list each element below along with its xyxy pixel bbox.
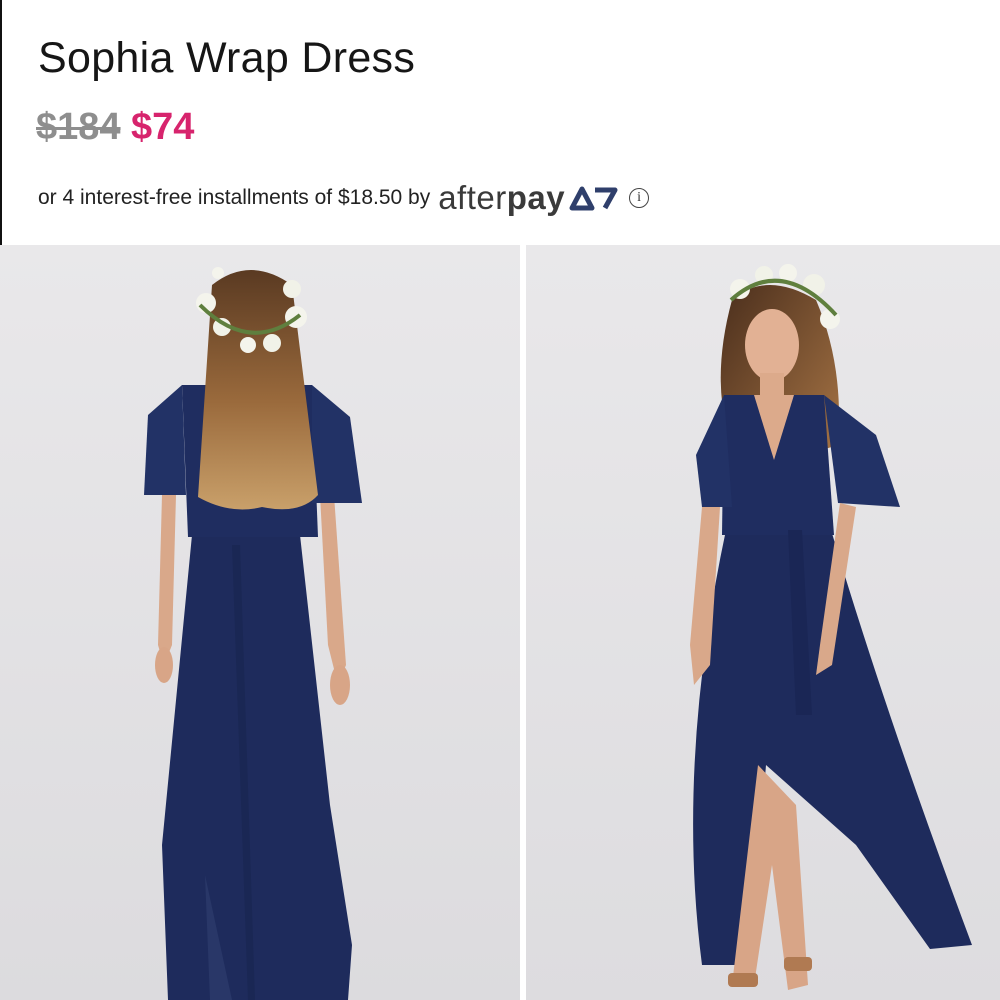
price-row: $184 $74 <box>36 106 194 149</box>
installments-text: or 4 interest-free installments of $18.5… <box>38 186 431 209</box>
product-image-front[interactable] <box>526 245 1000 1000</box>
afterpay-arrows-icon <box>569 186 618 211</box>
front-view-illustration <box>526 245 1000 1000</box>
afterpay-row: or 4 interest-free installments of $18.5… <box>38 176 650 220</box>
sale-price: $74 <box>131 106 195 148</box>
product-image-back[interactable] <box>0 245 520 1000</box>
afterpay-logo-word-pay: pay <box>506 179 566 216</box>
left-border <box>0 0 2 245</box>
original-price: $184 <box>36 106 121 148</box>
info-icon[interactable]: i <box>629 188 650 208</box>
product-title: Sophia Wrap Dress <box>38 34 416 82</box>
afterpay-logo-word-after: after <box>438 179 507 216</box>
info-glyph: i <box>637 190 642 205</box>
back-view-illustration <box>0 245 520 1000</box>
afterpay-logo[interactable]: after pay <box>438 179 620 217</box>
